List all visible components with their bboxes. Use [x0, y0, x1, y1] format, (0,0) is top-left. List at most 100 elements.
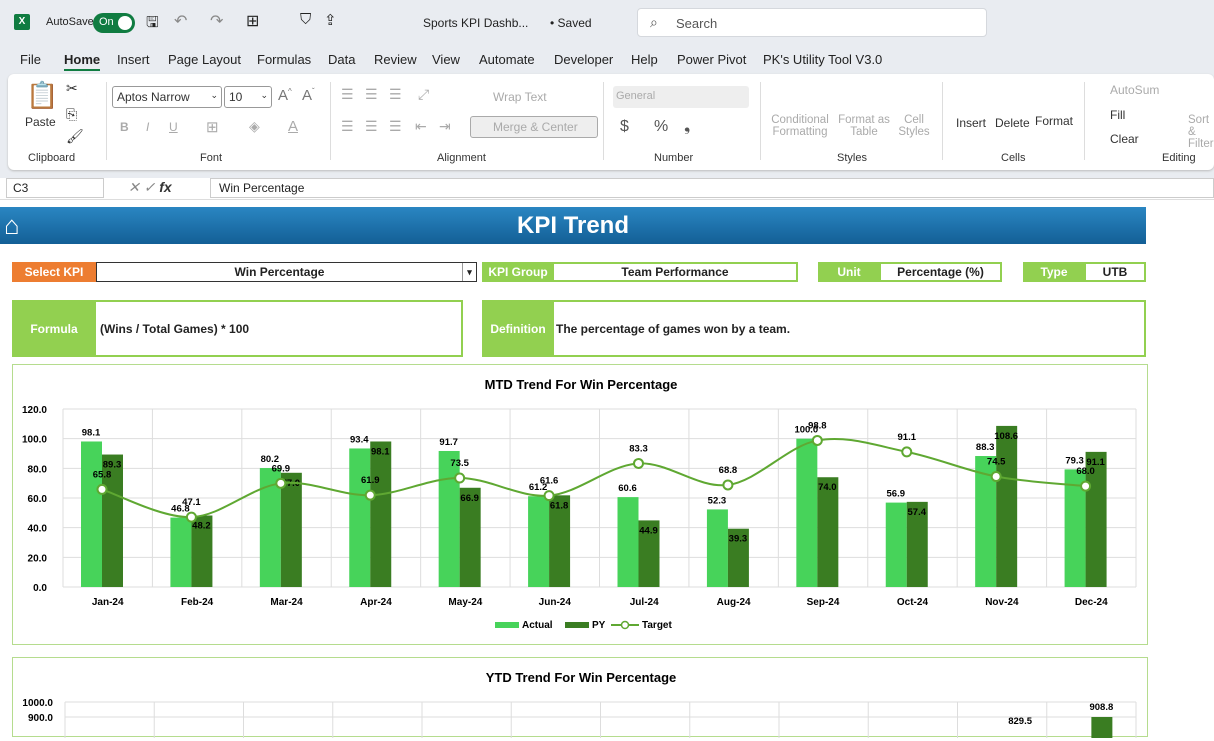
title-bar: X AutoSave On 🖫 ↶ ↷ ⊞ ⛉ ⇪ Sports KPI Das… [0, 0, 1214, 46]
align-bottom-icon[interactable]: ☰ [389, 86, 402, 103]
align-middle-icon[interactable]: ☰ [365, 86, 378, 103]
ytd-chart-svg: YTD Trend For Win Percentage 1000.0 900.0 8… [22, 670, 1137, 741]
data-label-actual: 56.9 [887, 489, 906, 500]
name-box[interactable]: C3 [6, 178, 104, 198]
legend-actual-label: Actual [522, 620, 553, 631]
x-tick-label: Oct-24 [897, 597, 929, 608]
tab-automate[interactable]: Automate [479, 52, 535, 67]
increase-indent-icon[interactable]: ⇥ [439, 118, 451, 135]
format-cells-button[interactable]: Format [1035, 114, 1073, 128]
share-icon[interactable]: ⇪ [324, 11, 337, 29]
tab-file[interactable]: File [20, 52, 41, 67]
insert-cells-button[interactable]: Insert [956, 116, 986, 130]
cut-icon[interactable]: ✂ [66, 80, 78, 97]
tab-review[interactable]: Review [374, 52, 417, 67]
bar-py [370, 441, 392, 587]
tab-developer[interactable]: Developer [554, 52, 613, 67]
percent-icon[interactable]: % [654, 118, 668, 136]
tab-data[interactable]: Data [328, 52, 355, 67]
decrease-font-icon[interactable]: Aˇ [302, 87, 315, 104]
paste-icon[interactable]: 📋 [26, 80, 58, 111]
merge-center-button[interactable]: Merge & Center [470, 116, 598, 138]
font-name-select[interactable]: Aptos Narrow ⌄ [112, 86, 222, 108]
format-painter-icon[interactable]: 🖌 [66, 128, 84, 145]
wrap-text-button[interactable]: Wrap Text [493, 90, 547, 104]
ytd-chart: YTD Trend For Win Percentage 1000.0 900.0 8… [12, 657, 1148, 741]
cells-group-label: Cells [1001, 152, 1026, 164]
data-label-py: 39.3 [729, 534, 748, 545]
data-label-target: 47.1 [182, 497, 201, 508]
tab-help[interactable]: Help [631, 52, 658, 67]
bar-py [817, 477, 839, 587]
target-point [811, 434, 823, 446]
align-left-icon[interactable]: ☰ [341, 118, 354, 135]
x-tick-label: Aug-24 [717, 597, 751, 608]
formula-bar: C3 ✕ ✓ fx Win Percentage [0, 178, 1214, 200]
x-tick-label: Apr-24 [360, 597, 392, 608]
home-icon[interactable]: ⌂ [4, 210, 20, 240]
bold-icon[interactable]: B [120, 120, 129, 134]
formula-label: Formula [12, 300, 96, 357]
copy-icon[interactable]: ⎘ [66, 106, 77, 123]
fill-color-icon[interactable]: ◈ [249, 118, 260, 135]
undo-icon[interactable]: ↶ [174, 11, 187, 31]
sort-filter-button[interactable]: Sort & Filter [1188, 114, 1214, 150]
number-format-select[interactable]: General [613, 86, 749, 108]
italic-icon[interactable]: I [146, 120, 149, 134]
data-label-target: 68.0 [1076, 466, 1095, 477]
x-tick-label: Sep-24 [807, 597, 840, 608]
saved-status[interactable]: • Saved [550, 16, 592, 30]
align-top-icon[interactable]: ☰ [341, 86, 354, 103]
target-point [543, 490, 555, 502]
comma-icon[interactable]: ❟ [684, 118, 690, 136]
data-label-py: 98.1 [371, 446, 390, 457]
autosave-toggle[interactable]: On [93, 13, 135, 33]
tab-power-pivot[interactable]: Power Pivot [677, 52, 746, 67]
fx-icon[interactable]: ✕ ✓ fx [128, 179, 172, 196]
fill-button[interactable]: Fill [1110, 108, 1125, 122]
underline-icon[interactable]: U [169, 120, 178, 134]
increase-font-icon[interactable]: A^ [278, 87, 292, 104]
redo-icon[interactable]: ↷ [210, 11, 223, 31]
decrease-indent-icon[interactable]: ⇤ [415, 118, 427, 135]
alignment-group-label: Alignment [437, 152, 486, 164]
borders-icon[interactable]: ⊞ [246, 11, 259, 31]
tab-formulas[interactable]: Formulas [257, 52, 311, 67]
data-label-target: 98.8 [808, 420, 827, 431]
cell-styles-button[interactable]: Cell Styles [894, 114, 934, 138]
delete-cells-button[interactable]: Delete [995, 116, 1030, 130]
search-input[interactable]: ⌕ Search [637, 8, 987, 37]
borders-icon[interactable]: ⊞ [206, 118, 219, 136]
chevron-down-icon[interactable]: ▾ [462, 263, 476, 281]
font-size-select[interactable]: 10 ⌄ [224, 86, 272, 108]
bar-actual [617, 497, 639, 587]
font-color-icon[interactable]: A [288, 118, 298, 135]
save-icon[interactable]: 🖫 [146, 12, 159, 37]
tab-insert[interactable]: Insert [117, 52, 150, 67]
autosum-button[interactable]: AutoSum [1110, 83, 1159, 97]
tab-pk-utility[interactable]: PK's Utility Tool V3.0 [763, 52, 882, 67]
align-center-icon[interactable]: ☰ [365, 118, 378, 135]
data-label-py: 57.4 [908, 507, 927, 518]
data-label-actual: 88.3 [976, 442, 995, 453]
clear-button[interactable]: Clear [1110, 132, 1139, 146]
formula-input[interactable]: Win Percentage [210, 178, 1214, 198]
select-kpi-dropdown[interactable]: Win Percentage ▾ [96, 262, 477, 282]
data-label-actual: 91.7 [439, 437, 458, 448]
y-tick-label: 40.0 [28, 524, 48, 535]
target-point [901, 446, 913, 458]
x-tick-label: Jan-24 [92, 597, 124, 608]
legend-actual-swatch [495, 622, 519, 628]
unit-value: Percentage (%) [879, 262, 1002, 282]
filter-icon[interactable]: ⛉ [300, 11, 311, 28]
conditional-formatting-button[interactable]: Conditional Formatting [766, 114, 834, 138]
format-as-table-button[interactable]: Format as Table [836, 114, 892, 138]
currency-icon[interactable]: $ [620, 118, 629, 136]
align-right-icon[interactable]: ☰ [389, 118, 402, 135]
tab-home[interactable]: Home [64, 52, 101, 71]
bar-actual [528, 496, 550, 587]
orientation-icon[interactable]: ⤢ [418, 86, 429, 103]
paste-button[interactable]: Paste [25, 115, 56, 129]
tab-view[interactable]: View [432, 52, 460, 67]
tab-page-layout[interactable]: Page Layout [168, 52, 241, 67]
